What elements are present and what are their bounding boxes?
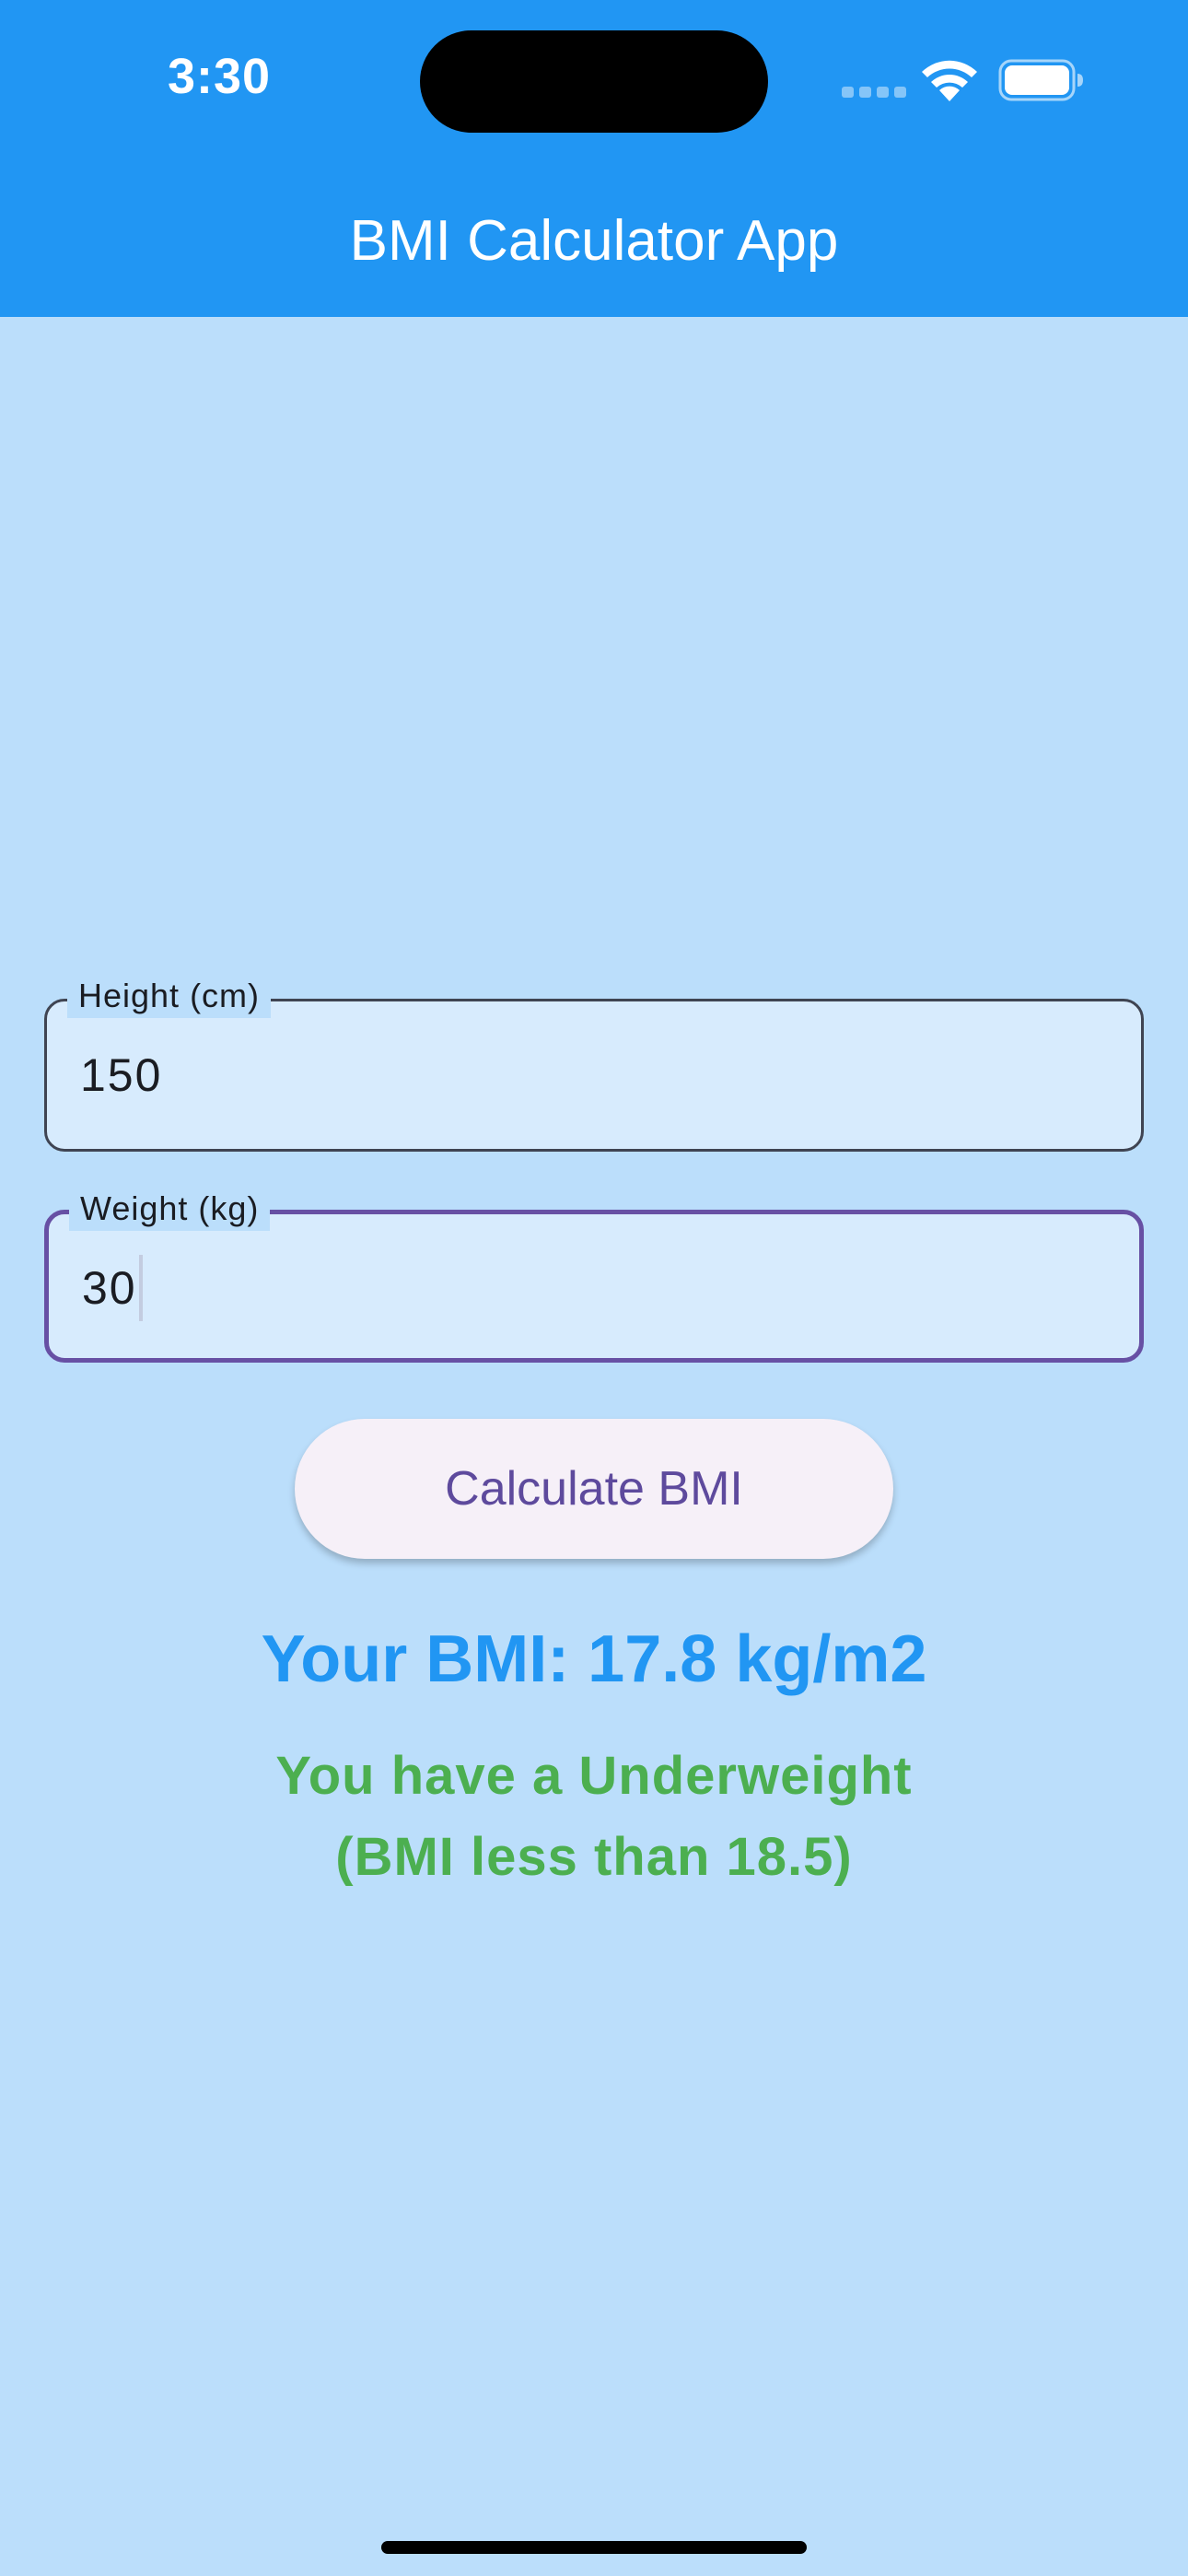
cellular-signal-icon xyxy=(842,87,906,98)
bmi-category: You have a Underweight (BMI less than 18… xyxy=(0,1736,1188,1898)
app-bar: 3:30 BMI Calculator App xyxy=(0,0,1188,317)
bmi-category-line-1: You have a Underweight xyxy=(275,1746,913,1806)
bmi-category-line-2: (BMI less than 18.5) xyxy=(335,1827,853,1887)
bmi-result: Your BMI: 17.8 kg/m2 xyxy=(261,1622,927,1696)
weight-field[interactable]: Weight (kg) 30 xyxy=(44,1187,1144,1363)
battery-icon xyxy=(998,59,1083,101)
status-bar-time: 3:30 xyxy=(168,49,272,104)
text-caret xyxy=(138,1254,143,1321)
dynamic-island xyxy=(420,30,768,133)
app-title: BMI Calculator App xyxy=(349,209,839,273)
wifi-icon xyxy=(922,60,977,101)
home-indicator[interactable] xyxy=(381,2541,807,2554)
weight-input[interactable]: 30 xyxy=(82,1262,137,1314)
weight-field-label: Weight (kg) xyxy=(69,1187,271,1231)
calculate-bmi-button[interactable]: Calculate BMI xyxy=(295,1419,893,1559)
height-input[interactable]: 150 xyxy=(80,1048,162,1103)
weight-input-wrapper[interactable]: 30 xyxy=(82,1254,143,1321)
height-field[interactable]: Height (cm) 150 xyxy=(44,974,1144,1152)
height-field-label: Height (cm) xyxy=(67,974,272,1018)
